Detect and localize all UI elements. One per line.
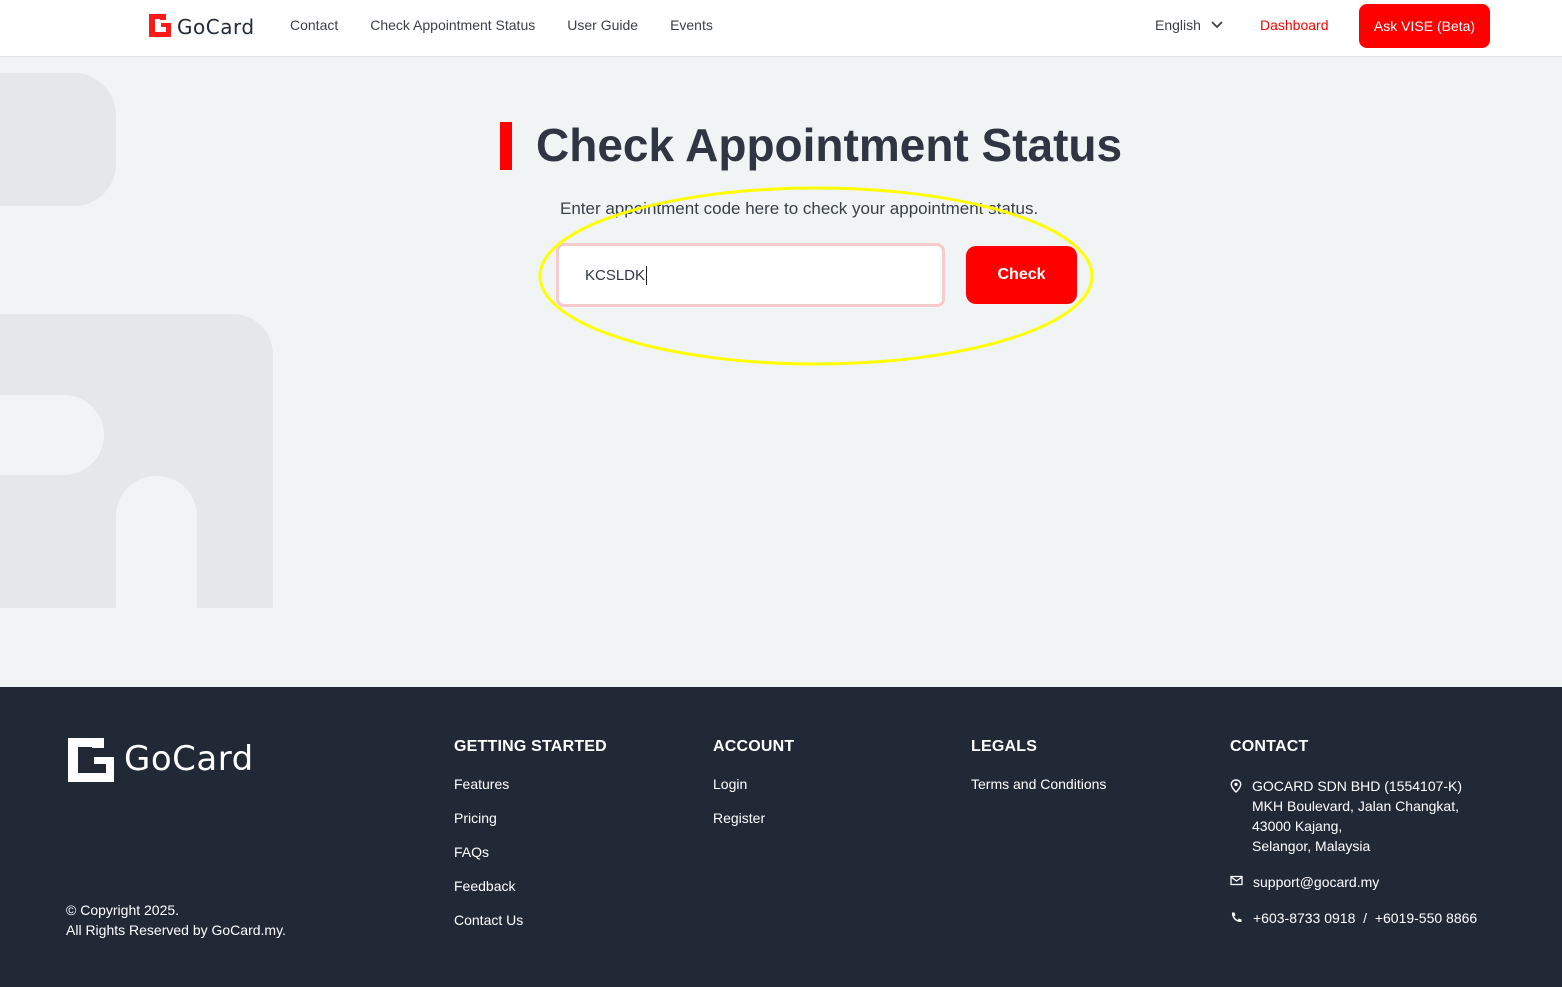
footer-link-login[interactable]: Login (713, 776, 794, 792)
footer-getting-started: GETTING STARTED Features Pricing FAQs Fe… (454, 738, 607, 946)
location-pin-icon (1230, 779, 1242, 793)
brand-name: GoCard (177, 15, 255, 39)
page-title: Check Appointment Status (536, 119, 1123, 171)
contact-address: GOCARD SDN BHD (1554107-K) MKH Boulevard… (1230, 776, 1477, 856)
footer-account: ACCOUNT Login Register (713, 738, 794, 844)
address-line: Selangor, Malaysia (1252, 838, 1371, 854)
text-caret (646, 265, 648, 285)
top-navbar: GoCard Contact Check Appointment Status … (0, 0, 1562, 57)
footer-contact: CONTACT GOCARD SDN BHD (1554107-K) MKH B… (1230, 738, 1477, 944)
site-footer: GoCard © Copyright 2025. All Rights Rese… (0, 687, 1562, 987)
appointment-code-input[interactable]: KCSLDK (556, 243, 945, 307)
footer-legals: LEGALS Terms and Conditions (971, 738, 1106, 810)
footer-brand-name: GoCard (124, 739, 254, 779)
footer-logo[interactable]: GoCard (66, 735, 254, 783)
chevron-down-icon (1211, 21, 1223, 29)
footer-link-register[interactable]: Register (713, 810, 794, 826)
language-label: English (1155, 17, 1201, 33)
background-shape (116, 476, 197, 610)
background-shape (0, 395, 104, 475)
page-subtitle: Enter appointment code here to check you… (560, 199, 1039, 218)
language-selector[interactable]: English (1155, 17, 1223, 33)
dashboard-link[interactable]: Dashboard (1260, 17, 1329, 33)
footer-link-features[interactable]: Features (454, 776, 607, 792)
footer-heading: CONTACT (1230, 738, 1309, 755)
copyright: © Copyright 2025. All Rights Reserved by… (66, 900, 286, 940)
nav-contact[interactable]: Contact (290, 17, 338, 33)
check-button[interactable]: Check (966, 246, 1077, 304)
footer-link-feedback[interactable]: Feedback (454, 878, 607, 894)
background-shape (0, 73, 116, 206)
footer-heading: LEGALS (971, 738, 1038, 755)
main-nav: Contact Check Appointment Status User Gu… (290, 17, 713, 33)
nav-check-appointment-status[interactable]: Check Appointment Status (370, 17, 535, 33)
footer-link-contact-us[interactable]: Contact Us (454, 912, 607, 928)
appointment-code-value: KCSLDK (585, 266, 646, 284)
gocard-logo-mark (68, 738, 114, 782)
contact-phone[interactable]: +603-8733 0918 / +6019-550 8866 (1230, 908, 1477, 928)
address-line: 43000 Kajang, (1252, 818, 1343, 834)
contact-email[interactable]: support@gocard.my (1230, 872, 1477, 892)
rights-line: All Rights Reserved by GoCard.my. (66, 922, 286, 938)
footer-heading: ACCOUNT (713, 738, 795, 755)
title-accent-bar (500, 122, 512, 170)
gocard-logo-mark (149, 13, 171, 37)
email-address[interactable]: support@gocard.my (1253, 872, 1379, 892)
phone-icon (1231, 912, 1242, 923)
address-line: MKH Boulevard, Jalan Changkat, (1252, 798, 1459, 814)
nav-events[interactable]: Events (670, 17, 713, 33)
footer-link-pricing[interactable]: Pricing (454, 810, 607, 826)
footer-link-terms[interactable]: Terms and Conditions (971, 776, 1106, 792)
ask-vise-button[interactable]: Ask VISE (Beta) (1359, 4, 1490, 48)
footer-link-faqs[interactable]: FAQs (454, 844, 607, 860)
address-line: GOCARD SDN BHD (1554107-K) (1252, 778, 1463, 794)
phone-numbers[interactable]: +603-8733 0918 / +6019-550 8866 (1253, 908, 1477, 928)
mail-icon (1230, 875, 1243, 886)
gocard-logo[interactable]: GoCard (146, 11, 255, 39)
nav-user-guide[interactable]: User Guide (567, 17, 638, 33)
copyright-line: © Copyright 2025. (66, 902, 180, 918)
footer-heading: GETTING STARTED (454, 738, 607, 755)
